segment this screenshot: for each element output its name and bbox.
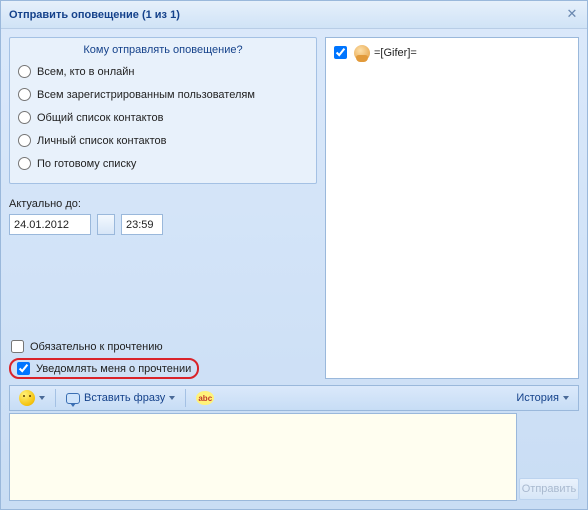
titlebar: Отправить оповещение (1 из 1) ✕	[1, 1, 587, 29]
must-read-checkbox[interactable]	[11, 340, 24, 353]
separator	[55, 389, 56, 407]
radio-label: Всем зарегистрированным пользователям	[37, 89, 255, 101]
must-read-label: Обязательно к прочтению	[30, 341, 163, 353]
recipients-group: Кому отправлять оповещение? Всем, кто в …	[9, 37, 317, 184]
must-read-check[interactable]: Обязательно к прочтению	[9, 337, 317, 356]
abc-icon: abc	[196, 391, 214, 405]
chevron-down-icon	[39, 396, 45, 400]
radio-saved-list[interactable]: По готовому списку	[16, 152, 310, 175]
history-label: История	[516, 392, 559, 404]
calendar-icon[interactable]	[97, 214, 115, 235]
radio-personal-contacts-input[interactable]	[18, 134, 31, 147]
radio-global-contacts[interactable]: Общий список контактов	[16, 106, 310, 129]
radio-registered[interactable]: Всем зарегистрированным пользователям	[16, 83, 310, 106]
upper-area: Кому отправлять оповещение? Всем, кто в …	[9, 37, 579, 379]
left-column: Кому отправлять оповещение? Всем, кто в …	[9, 37, 317, 379]
group-title: Кому отправлять оповещение?	[16, 42, 310, 60]
send-spacer	[519, 413, 579, 478]
send-button[interactable]: Отправить	[519, 478, 579, 500]
radio-label: Личный список контактов	[37, 135, 166, 147]
recipient-checkbox[interactable]	[334, 46, 347, 59]
valid-until-label: Актуально до:	[9, 198, 317, 210]
radio-saved-list-input[interactable]	[18, 157, 31, 170]
recipients-list[interactable]: =[Gifer]=	[325, 37, 579, 379]
emoji-icon	[19, 390, 35, 406]
radio-personal-contacts[interactable]: Личный список контактов	[16, 129, 310, 152]
close-icon[interactable]: ✕	[565, 8, 579, 22]
left-spacer	[9, 235, 317, 337]
time-input[interactable]	[121, 214, 163, 235]
user-icon	[354, 45, 370, 61]
chevron-down-icon	[169, 396, 175, 400]
chevron-down-icon	[563, 396, 569, 400]
dialog-body: Кому отправлять оповещение? Всем, кто в …	[1, 29, 587, 509]
insert-phrase-button[interactable]: Вставить фразу	[60, 388, 181, 408]
radio-registered-input[interactable]	[18, 88, 31, 101]
radio-online[interactable]: Всем, кто в онлайн	[16, 60, 310, 83]
window-title: Отправить оповещение (1 из 1)	[9, 9, 565, 21]
radio-global-contacts-input[interactable]	[18, 111, 31, 124]
send-column: Отправить	[519, 413, 579, 501]
history-button[interactable]: История	[510, 388, 575, 408]
insert-phrase-label: Вставить фразу	[84, 392, 165, 404]
toolbar: Вставить фразу abc История	[9, 385, 579, 411]
highlight-ring: Уведомлять меня о прочтении	[9, 358, 199, 379]
date-input[interactable]	[9, 214, 91, 235]
recipient-name: =[Gifer]=	[374, 47, 417, 59]
spellcheck-button[interactable]: abc	[190, 388, 220, 408]
radio-label: Всем, кто в онлайн	[37, 66, 135, 78]
notify-me-label: Уведомлять меня о прочтении	[36, 363, 191, 375]
dialog-window: Отправить оповещение (1 из 1) ✕ Кому отп…	[0, 0, 588, 510]
date-row	[9, 214, 317, 235]
radio-label: По готовому списку	[37, 158, 136, 170]
message-input[interactable]	[9, 413, 517, 501]
separator	[185, 389, 186, 407]
valid-until: Актуально до:	[9, 198, 317, 235]
compose-area: Отправить	[9, 413, 579, 501]
emoji-button[interactable]	[13, 388, 51, 408]
list-item[interactable]: =[Gifer]=	[330, 42, 574, 63]
speech-bubble-icon	[66, 393, 80, 404]
notify-me-check[interactable]: Уведомлять меня о прочтении	[17, 362, 191, 375]
radio-online-input[interactable]	[18, 65, 31, 78]
notify-me-checkbox[interactable]	[17, 362, 30, 375]
radio-label: Общий список контактов	[37, 112, 163, 124]
